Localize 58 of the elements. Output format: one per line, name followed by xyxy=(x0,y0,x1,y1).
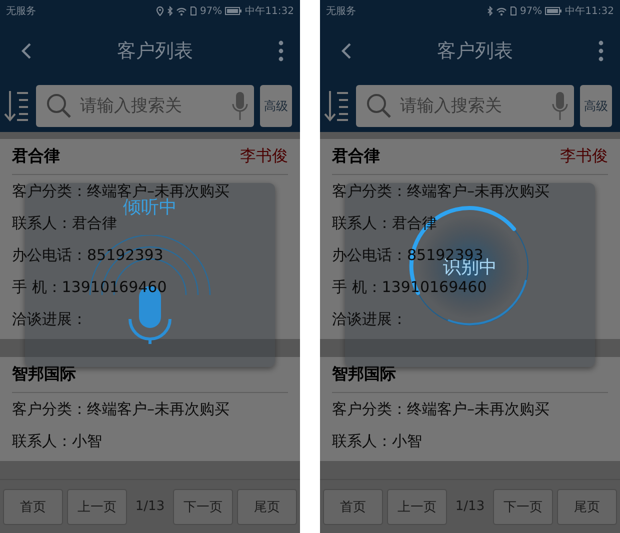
battery-percent: 97% xyxy=(520,6,542,16)
customer-card[interactable]: 智邦国际 客户分类：终端客户–未再次购买 联系人：小智 xyxy=(320,357,620,461)
sort-button[interactable] xyxy=(324,89,350,123)
search-field[interactable]: 请输入搜索关 xyxy=(356,85,574,127)
advanced-search-button[interactable]: 高级 xyxy=(260,85,292,127)
next-page-button[interactable]: 下一页 xyxy=(493,488,553,524)
previous-page-button[interactable]: 上一页 xyxy=(67,488,127,524)
listening-text: 倾听中 xyxy=(123,197,177,219)
battery-icon xyxy=(225,7,242,15)
more-menu-button[interactable] xyxy=(596,38,606,64)
sim-icon xyxy=(190,6,197,16)
customer-field: 客户分类：终端客户–未再次购买 xyxy=(332,400,550,418)
customer-field: 手 机：13910169460 xyxy=(12,278,167,296)
customer-field: 洽谈进展： xyxy=(12,310,87,328)
sort-button[interactable] xyxy=(4,89,30,123)
customer-field: 客户分类：终端客户–未再次购买 xyxy=(332,182,550,200)
battery-icon xyxy=(545,7,562,15)
customer-field: 客户分类：终端客户–未再次购买 xyxy=(12,182,230,200)
advanced-search-button[interactable]: 高级 xyxy=(580,85,612,127)
wifi-icon xyxy=(176,6,187,16)
customer-field: 办公电话：85192393 xyxy=(12,246,164,264)
owner-name: 李书俊 xyxy=(240,146,288,167)
previous-page-button[interactable]: 上一页 xyxy=(387,488,447,524)
customer-name: 君合律 xyxy=(12,146,60,167)
customer-field: 联系人：君合律 xyxy=(12,214,117,232)
battery-percent: 97% xyxy=(200,6,222,16)
next-page-button[interactable]: 下一页 xyxy=(173,488,233,524)
more-menu-button[interactable] xyxy=(276,38,286,64)
customer-field: 联系人：小智 xyxy=(12,432,102,450)
last-page-button[interactable]: 尾页 xyxy=(237,488,297,524)
bluetooth-icon xyxy=(486,6,493,16)
page-title: 客户列表 xyxy=(437,39,513,64)
search-input[interactable]: 请输入搜索关 xyxy=(398,95,546,117)
customer-name: 智邦国际 xyxy=(332,364,396,385)
search-icon xyxy=(366,93,392,119)
search-field[interactable]: 请输入搜索关 xyxy=(36,85,254,127)
customer-name: 君合律 xyxy=(332,146,380,167)
search-input[interactable]: 请输入搜索关 xyxy=(78,95,226,117)
clock-text: 中午11:32 xyxy=(245,4,294,18)
customer-card[interactable]: 智邦国际 客户分类：终端客户–未再次购买 联系人：小智 xyxy=(0,357,300,461)
first-page-button[interactable]: 首页 xyxy=(323,488,383,524)
bluetooth-icon xyxy=(166,6,173,16)
customer-field: 联系人：小智 xyxy=(332,432,422,450)
page-indicator: 1/13 xyxy=(134,499,166,514)
customer-name: 智邦国际 xyxy=(12,364,76,385)
customer-field: 客户分类：终端客户–未再次购买 xyxy=(12,400,230,418)
carrier-text: 无服务 xyxy=(326,5,356,18)
last-page-button[interactable]: 尾页 xyxy=(557,488,617,524)
search-icon xyxy=(46,93,72,119)
page-indicator: 1/13 xyxy=(454,499,486,514)
carrier-text: 无服务 xyxy=(6,5,36,18)
clock-text: 中午11:32 xyxy=(565,4,614,18)
owner-name: 李书俊 xyxy=(560,146,608,167)
sim-icon xyxy=(510,6,517,16)
page-title: 客户列表 xyxy=(117,39,193,64)
wifi-icon xyxy=(496,6,507,16)
customer-field: 洽谈进展： xyxy=(332,310,407,328)
first-page-button[interactable]: 首页 xyxy=(3,488,63,524)
